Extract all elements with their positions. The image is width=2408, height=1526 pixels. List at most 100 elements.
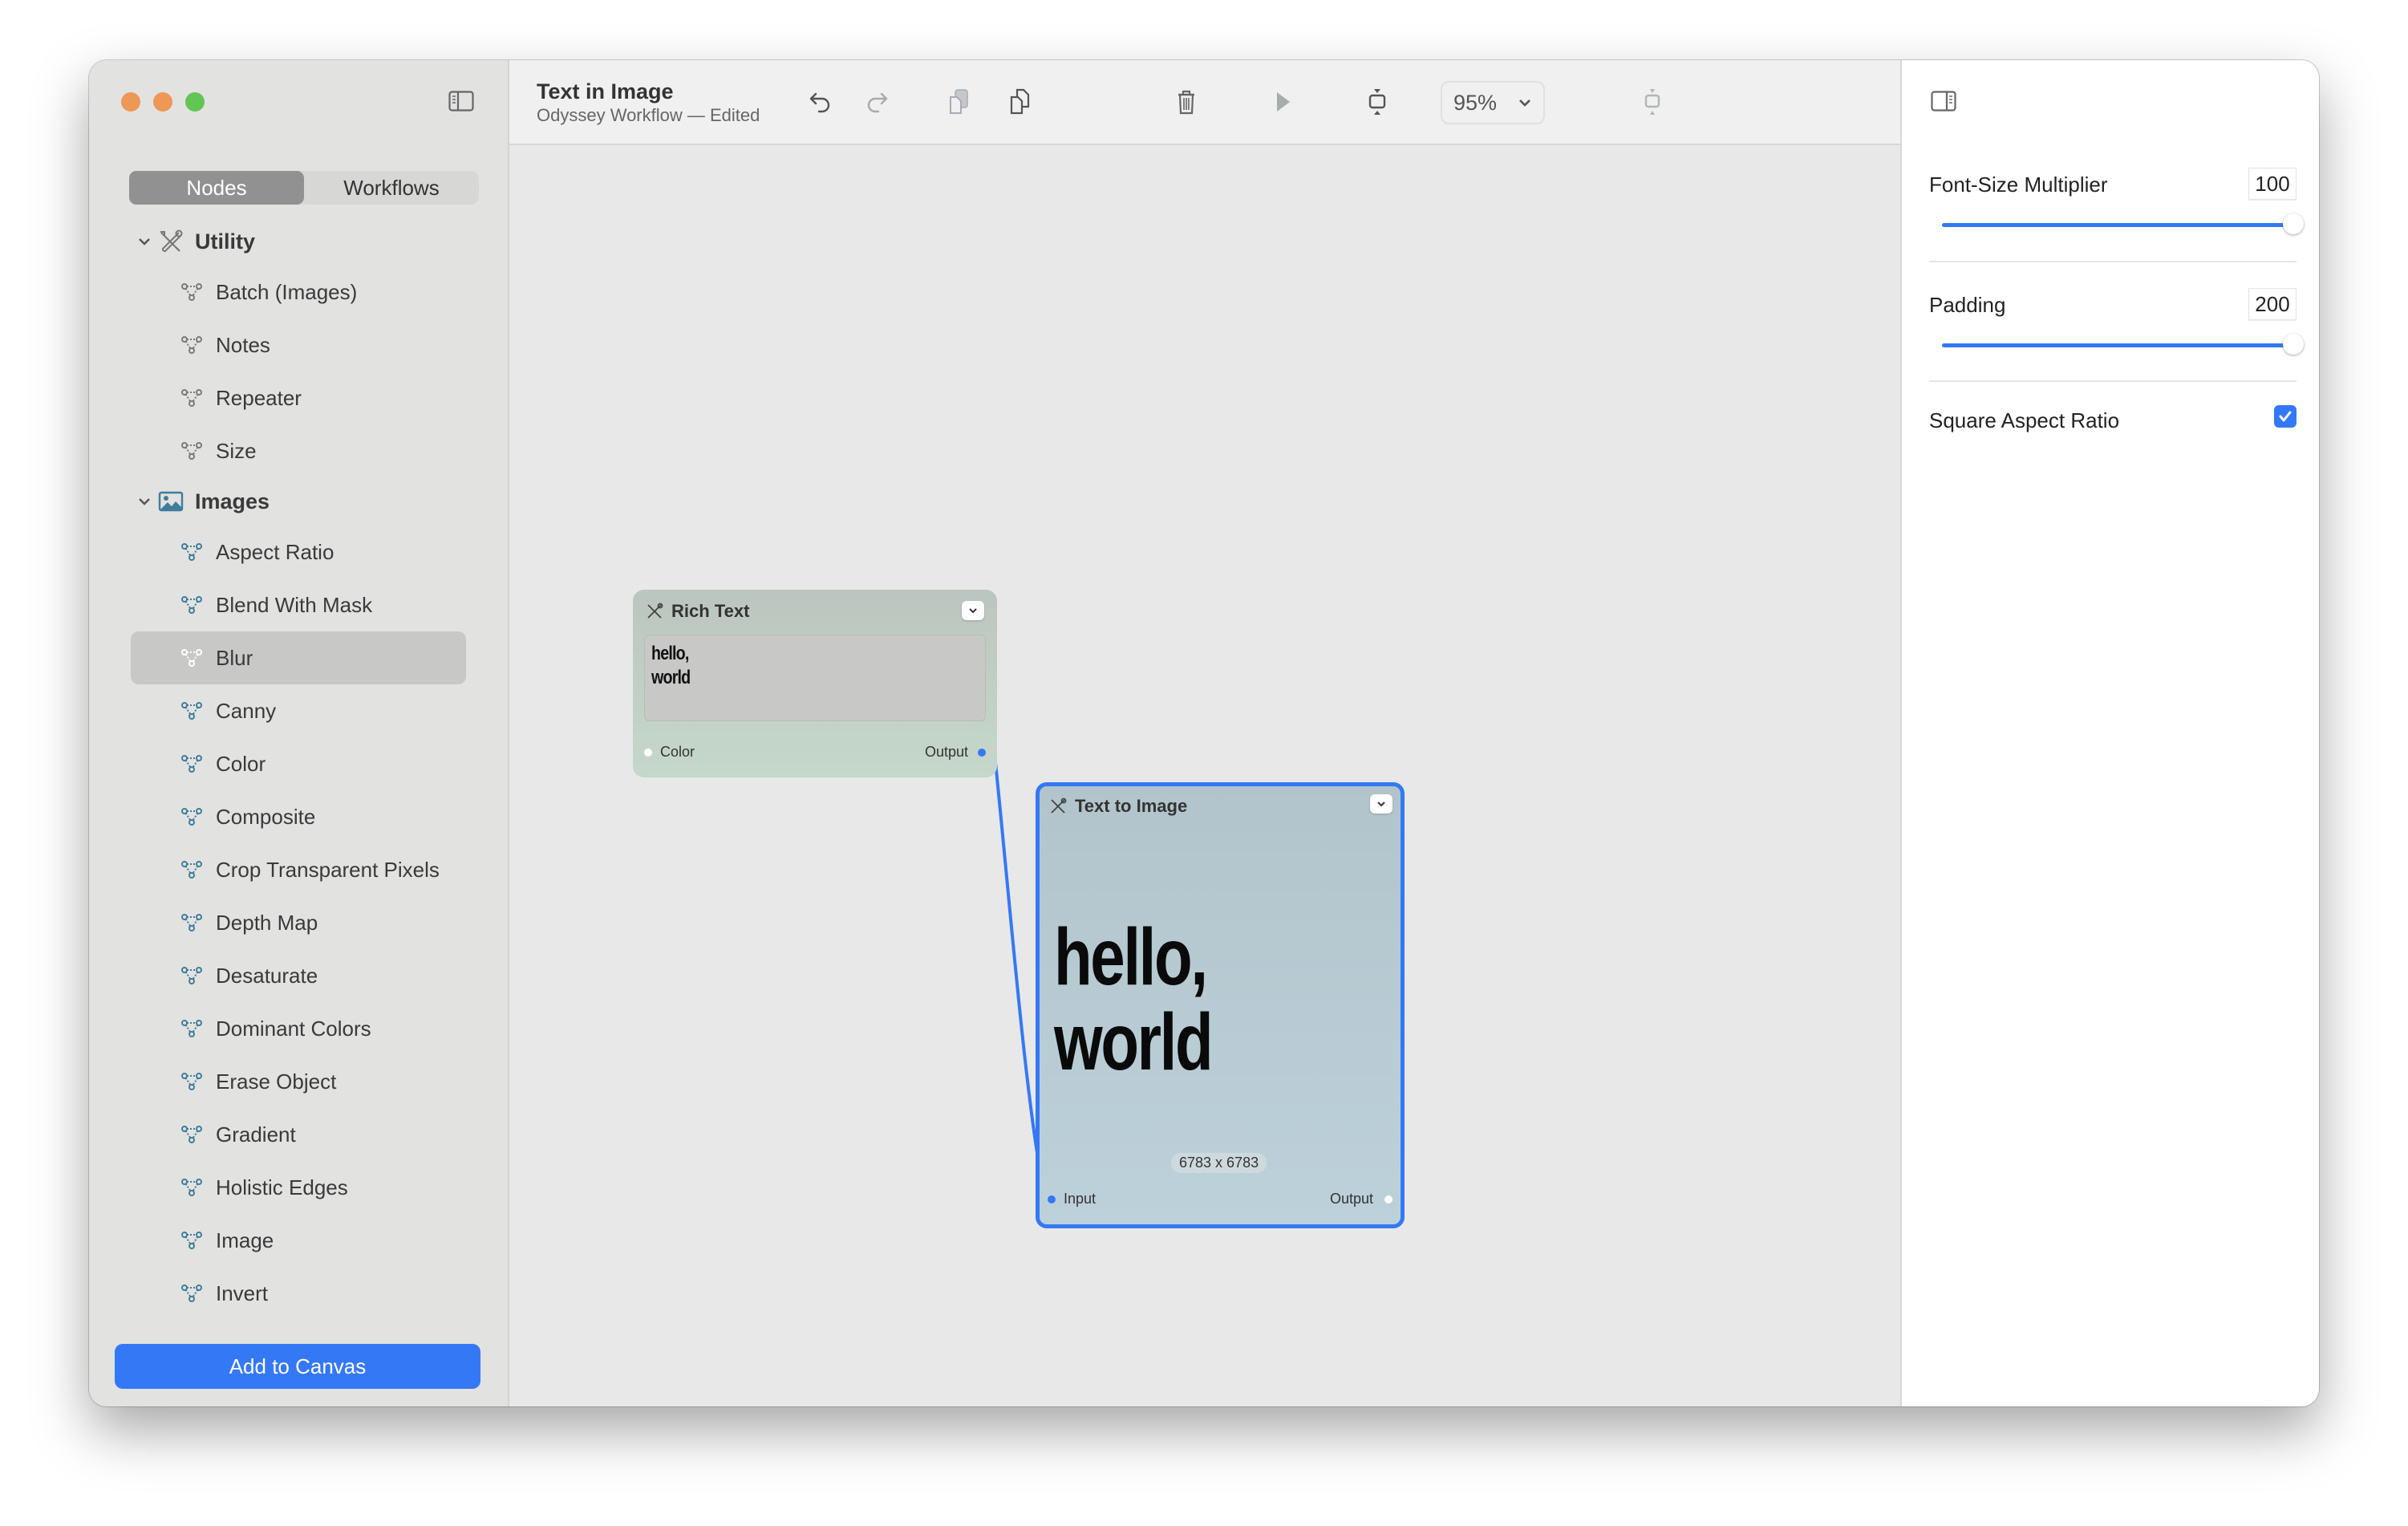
item-label: Depth Map [216, 910, 318, 935]
item-label: Composite [216, 804, 316, 829]
window-controls [121, 92, 205, 112]
node-icon [181, 808, 202, 826]
output-label: Output [924, 744, 968, 760]
zoom-level-select[interactable]: 95% [1441, 81, 1545, 124]
chevron-down-icon[interactable] [136, 493, 153, 510]
sidebar-item-holistic-edges[interactable]: Holistic Edges [131, 1161, 466, 1214]
padding-input[interactable]: 200 [2248, 288, 2297, 320]
node-icon [181, 861, 202, 879]
tab-workflows[interactable]: Workflows [304, 171, 479, 205]
node-icon [181, 389, 202, 407]
close-button[interactable] [121, 92, 140, 112]
square-aspect-ratio-checkbox[interactable] [2274, 405, 2297, 428]
node-title-text: Text to Image [1075, 796, 1188, 816]
node-icon [181, 967, 202, 984]
inspector-panel: Font-Size Multiplier 100 Padding 200 Squ… [1900, 60, 2319, 1406]
rich-text-editor[interactable]: hello, world [644, 635, 986, 721]
node-rich-text[interactable]: Rich Text hello, world Color Output [633, 590, 997, 777]
field-label: Padding [1929, 293, 2006, 317]
output-label: Output [1329, 1191, 1373, 1207]
field-label: Font-Size Multiplier [1929, 172, 2108, 197]
run-icon[interactable] [1268, 87, 1297, 116]
group-label: Utility [195, 229, 256, 254]
node-icon [181, 914, 202, 931]
sidebar-item-size[interactable]: Size [131, 424, 466, 477]
sidebar-item-erase-object[interactable]: Erase Object [131, 1055, 466, 1108]
item-label: Canny [216, 698, 277, 723]
input-port-color[interactable] [644, 749, 652, 757]
zoom-button[interactable] [185, 92, 205, 112]
sidebar-item-gradient[interactable]: Gradient [131, 1108, 466, 1161]
slider-knob[interactable] [2283, 213, 2304, 234]
group-label: Images [195, 489, 270, 513]
inspector-toggle-icon[interactable] [1931, 91, 1956, 112]
input-label: Input [1064, 1191, 1097, 1207]
sidebar-item-dominant-colors[interactable]: Dominant Colors [131, 1002, 466, 1055]
sidebar-item-crop-transparent-pixels[interactable]: Crop Transparent Pixels [131, 843, 466, 896]
sidebar-toggle-icon[interactable] [448, 91, 474, 112]
sidebar-item-aspect-ratio[interactable]: Aspect Ratio [131, 526, 466, 578]
node-icon [181, 702, 202, 720]
item-label: Blur [216, 645, 253, 670]
node-title: Rich Text [646, 601, 749, 622]
item-label: Gradient [216, 1122, 296, 1147]
tools-icon [160, 229, 183, 253]
add-to-canvas-button[interactable]: Add to Canvas [115, 1344, 480, 1389]
undo-icon[interactable] [806, 87, 835, 116]
node-icon [181, 1020, 202, 1037]
chevron-down-icon[interactable] [136, 233, 153, 250]
rich-text-content: hello, world [651, 643, 691, 688]
workflow-canvas[interactable]: Rich Text hello, world Color Output Text… [509, 145, 1989, 1406]
font-size-multiplier-input[interactable]: 100 [2248, 168, 2297, 200]
slider-knob[interactable] [2283, 334, 2304, 355]
sidebar-item-invert[interactable]: Invert [131, 1267, 466, 1320]
sidebar-item-canny[interactable]: Canny [131, 684, 466, 737]
node-icon [181, 649, 202, 667]
copy-icon[interactable] [945, 87, 974, 116]
group-utility[interactable]: Utility [89, 217, 508, 266]
sidebar-item-depth-map[interactable]: Depth Map [131, 896, 466, 949]
font-size-multiplier-slider[interactable] [1942, 213, 2304, 237]
sidebar-item-blur[interactable]: Blur [131, 631, 466, 684]
fit-height-icon[interactable] [1363, 87, 1392, 116]
item-label: Aspect Ratio [216, 539, 334, 564]
node-icon [181, 596, 202, 614]
node-text-to-image[interactable]: Text to Image hello, world 6783 x 6783 I… [1036, 782, 1405, 1228]
sidebar-item-desaturate[interactable]: Desaturate [131, 949, 466, 1002]
node-tree: Utility Batch (Images) Notes Repeater Si… [89, 217, 508, 1320]
trash-icon[interactable] [1172, 87, 1201, 116]
output-port[interactable] [1384, 1195, 1393, 1203]
sidebar: Nodes Workflows Utility Batch (Images) N… [89, 60, 509, 1406]
document-title: Text in Image [537, 79, 674, 103]
sidebar-segmented-control: Nodes Workflows [129, 171, 479, 205]
chevron-down-icon [1519, 99, 1530, 107]
node-title: Text to Image [1049, 796, 1187, 817]
output-port[interactable] [978, 749, 986, 757]
tools-icon [1051, 797, 1067, 814]
zoom-level-value: 95% [1453, 90, 1498, 115]
image-preview-text: hello, world [1054, 912, 1214, 1087]
tab-nodes[interactable]: Nodes [129, 171, 304, 205]
item-label: Blend With Mask [216, 592, 373, 617]
sidebar-item-blend-with-mask[interactable]: Blend With Mask [131, 578, 466, 631]
node-icon [181, 1285, 202, 1302]
minimize-button[interactable] [153, 92, 172, 112]
node-icon [181, 755, 202, 773]
fit-width-icon[interactable] [1638, 87, 1667, 116]
sidebar-item-batch-images[interactable]: Batch (Images) [131, 266, 466, 319]
node-menu-button[interactable] [962, 601, 984, 620]
sidebar-item-image[interactable]: Image [131, 1214, 466, 1267]
sidebar-item-color[interactable]: Color [131, 737, 466, 790]
redo-icon[interactable] [862, 87, 891, 116]
node-menu-button[interactable] [1370, 794, 1393, 814]
padding-slider[interactable] [1942, 333, 2304, 357]
node-icon [181, 1073, 202, 1090]
sidebar-item-notes[interactable]: Notes [131, 319, 466, 371]
group-images[interactable]: Images [89, 477, 508, 526]
node-icon [181, 1179, 202, 1196]
paste-icon[interactable] [1006, 87, 1035, 116]
sidebar-item-composite[interactable]: Composite [131, 790, 466, 843]
input-port[interactable] [1048, 1195, 1056, 1203]
divider [1929, 380, 2297, 382]
sidebar-item-repeater[interactable]: Repeater [131, 371, 466, 424]
